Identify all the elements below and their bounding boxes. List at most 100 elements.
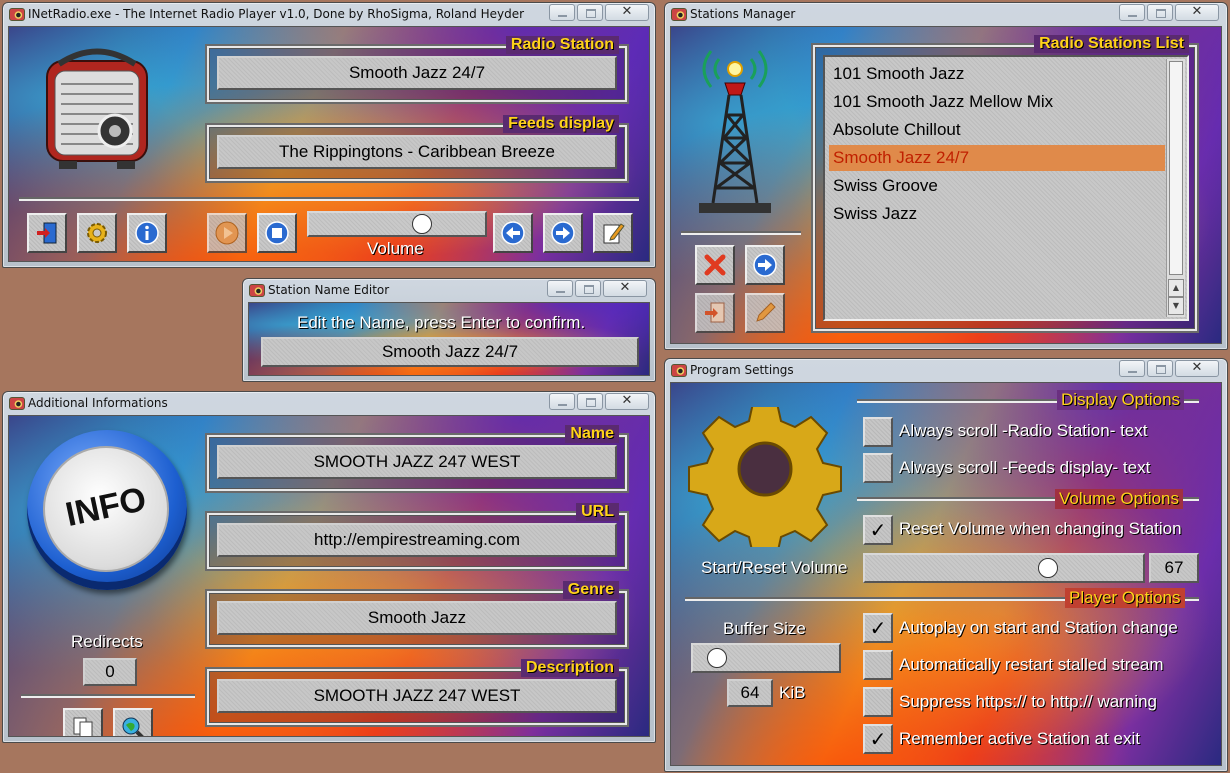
scrollbar-thumb[interactable] (1169, 61, 1183, 275)
always-scroll-feeds-checkbox[interactable] (863, 453, 893, 483)
stations-titlebar[interactable]: Stations Manager ✕ (665, 3, 1227, 25)
edit-station-button[interactable] (593, 213, 633, 253)
info-titlebar[interactable]: Additional Informations ✕ (3, 392, 655, 414)
remember-station-label[interactable]: Remember active Station at exit (899, 729, 1140, 749)
close-button[interactable]: ✕ (605, 4, 649, 21)
player-separator (19, 197, 639, 201)
radio-app-icon (9, 397, 25, 410)
minimize-button[interactable] (549, 393, 575, 410)
exit-icon (37, 222, 57, 244)
minimize-button[interactable] (1119, 360, 1145, 377)
start-volume-slider[interactable] (863, 553, 1145, 583)
play-icon (215, 221, 239, 245)
auto-restart-label[interactable]: Automatically restart stalled stream (899, 655, 1164, 675)
edit-note-icon (603, 223, 625, 244)
url-display[interactable]: http://empirestreaming.com (217, 523, 617, 557)
stations-manager-window: Stations Manager ✕ Radio Stations List 1… (664, 2, 1228, 350)
info-client: INFO Redirects 0 Name SMOOTH JAZZ 247 WE… (8, 415, 650, 737)
stations-list[interactable]: 101 Smooth Jazz 101 Smooth Jazz Mellow Mi… (823, 55, 1189, 321)
checkmark-icon: ✓ (869, 616, 887, 640)
stations-title: Stations Manager (690, 7, 796, 21)
station-list-item[interactable]: Absolute Chillout (829, 117, 1165, 143)
editor-prompt: Edit the Name, press Enter to confirm. (297, 313, 586, 332)
volume-label: Volume (367, 239, 424, 258)
close-button[interactable]: ✕ (1175, 360, 1219, 377)
info-logo-text: INFO (62, 479, 150, 535)
buffer-unit-label: KiB (779, 683, 806, 702)
volume-slider-knob[interactable] (412, 214, 432, 234)
delete-station-button[interactable] (695, 245, 735, 285)
name-label: Name (565, 425, 619, 443)
search-web-button[interactable] (113, 708, 153, 736)
always-scroll-station-checkbox[interactable] (863, 417, 893, 447)
exit-button[interactable] (27, 213, 67, 253)
info-button[interactable] (127, 213, 167, 253)
maximize-button[interactable] (577, 393, 603, 410)
station-list-item[interactable]: 101 Smooth Jazz Mellow Mix (829, 89, 1165, 115)
radio-station-display: Smooth Jazz 24/7 (217, 56, 617, 90)
reset-volume-checkbox[interactable]: ✓ (863, 515, 893, 545)
remember-station-checkbox[interactable]: ✓ (863, 724, 893, 754)
autoplay-checkbox[interactable]: ✓ (863, 613, 893, 643)
stop-button[interactable] (257, 213, 297, 253)
maximize-button[interactable] (575, 280, 601, 297)
settings-button[interactable] (77, 213, 117, 253)
maximize-button[interactable] (1147, 360, 1173, 377)
always-scroll-feeds-label[interactable]: Always scroll -Feeds display- text (899, 458, 1150, 478)
feeds-display-frame: Feeds display The Rippingtons - Caribbea… (205, 115, 629, 183)
station-list-item[interactable]: 101 Smooth Jazz (829, 61, 1165, 87)
station-list-item[interactable]: Swiss Groove (829, 173, 1165, 199)
reset-volume-label[interactable]: Reset Volume when changing Station (899, 519, 1182, 539)
minimize-button[interactable] (547, 280, 573, 297)
always-scroll-station-label[interactable]: Always scroll -Radio Station- text (899, 421, 1147, 441)
feeds-display-label: Feeds display (503, 115, 619, 133)
player-window: INetRadio.exe - The Internet Radio Playe… (2, 2, 656, 268)
stations-list-frame: Radio Stations List 101 Smooth Jazz 101 S… (811, 35, 1199, 333)
close-icon: ✕ (1191, 360, 1203, 375)
buffer-size-slider-knob[interactable] (707, 648, 727, 668)
buffer-size-slider[interactable] (691, 643, 841, 673)
volume-slider[interactable] (307, 211, 487, 237)
previous-station-button[interactable] (493, 213, 533, 253)
copy-button[interactable] (63, 708, 103, 736)
close-icon: ✕ (619, 280, 631, 295)
volume-options-label: Volume Options (1055, 489, 1184, 509)
minimize-button[interactable] (549, 4, 575, 21)
station-name-input[interactable]: Smooth Jazz 24/7 (261, 337, 639, 367)
minimize-button[interactable] (1119, 4, 1145, 21)
rename-station-button[interactable] (745, 293, 785, 333)
description-display: SMOOTH JAZZ 247 WEST (217, 679, 617, 713)
station-list-item[interactable]: Swiss Jazz (829, 201, 1165, 227)
close-button[interactable]: ✕ (605, 393, 649, 410)
next-station-button[interactable] (543, 213, 583, 253)
suppress-https-label[interactable]: Suppress https:// to http:// warning (899, 692, 1157, 712)
station-list-item[interactable]: Smooth Jazz 24/7 (829, 145, 1165, 171)
scroll-down-button[interactable]: ▼ (1168, 297, 1184, 315)
settings-titlebar[interactable]: Program Settings ✕ (665, 359, 1227, 381)
program-settings-window: Program Settings ✕ Display Options Alway… (664, 358, 1228, 772)
select-station-button[interactable] (745, 245, 785, 285)
editor-titlebar[interactable]: Station Name Editor ✕ (243, 279, 655, 301)
settings-title: Program Settings (690, 363, 794, 377)
buffer-size-value: 64 (727, 679, 773, 707)
close-button[interactable]: ✕ (1175, 4, 1219, 21)
radio-app-icon (249, 284, 265, 297)
scroll-up-button[interactable]: ▲ (1168, 279, 1184, 297)
autoplay-label[interactable]: Autoplay on start and Station change (899, 618, 1178, 638)
suppress-https-checkbox[interactable] (863, 687, 893, 717)
auto-restart-checkbox[interactable] (863, 650, 893, 680)
maximize-button[interactable] (577, 4, 603, 21)
list-scrollbar[interactable]: ▲ ▼ (1166, 59, 1185, 317)
description-frame: Description SMOOTH JAZZ 247 WEST (205, 659, 629, 727)
play-button[interactable] (207, 213, 247, 253)
start-volume-slider-knob[interactable] (1038, 558, 1058, 578)
import-station-button[interactable] (695, 293, 735, 333)
close-button[interactable]: ✕ (603, 280, 647, 297)
settings-client: Display Options Always scroll -Radio Sta… (670, 382, 1222, 766)
name-display: SMOOTH JAZZ 247 WEST (217, 445, 617, 479)
player-titlebar[interactable]: INetRadio.exe - The Internet Radio Playe… (3, 3, 655, 25)
radio-icon (46, 48, 148, 169)
settings-gear-icon (87, 223, 107, 243)
maximize-button[interactable] (1147, 4, 1173, 21)
player-title: INetRadio.exe - The Internet Radio Playe… (28, 7, 525, 21)
